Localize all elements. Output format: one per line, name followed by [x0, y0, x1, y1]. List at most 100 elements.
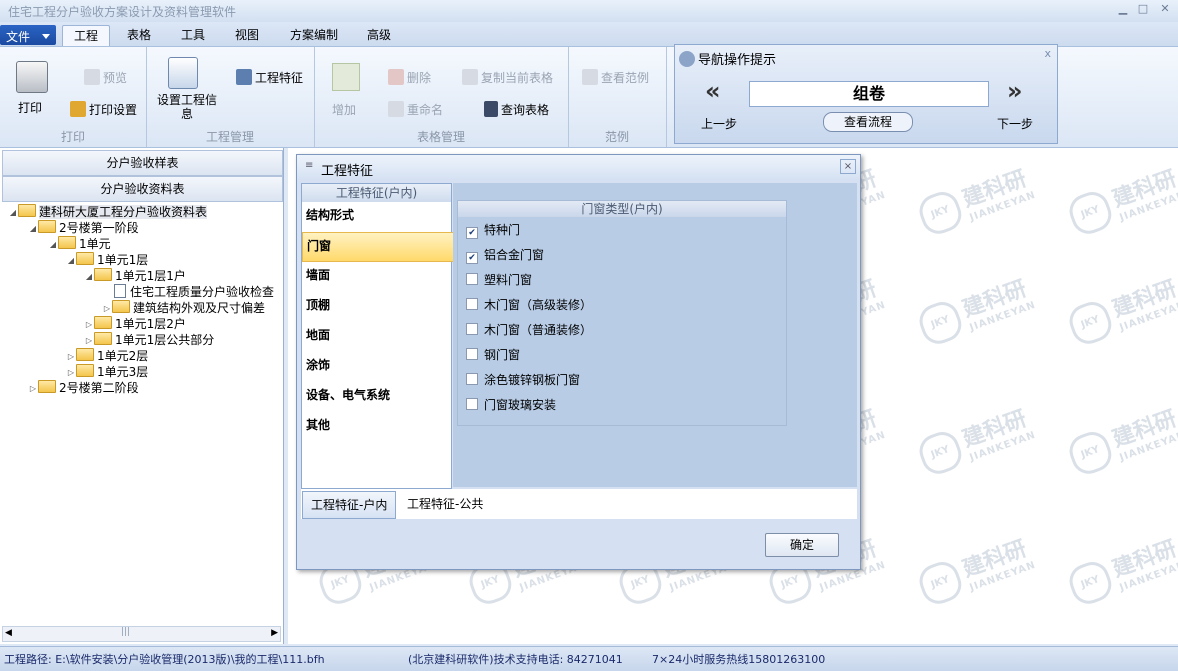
- tab-plan[interactable]: 方案编制: [282, 25, 346, 45]
- next-step-button[interactable]: 下一步: [997, 115, 1033, 132]
- tab-tables[interactable]: 表格: [116, 25, 162, 45]
- expand-icon[interactable]: ▷: [66, 365, 76, 381]
- copy-table-button[interactable]: 复制当前表格: [462, 69, 553, 86]
- option-checkbox[interactable]: 塑料门窗: [466, 271, 532, 289]
- checkbox-icon[interactable]: [466, 298, 478, 310]
- expand-icon[interactable]: ▷: [102, 301, 112, 317]
- tree-node[interactable]: ▷ 1单元1层2户: [84, 316, 186, 332]
- tree-node-label: 1单元1层2户: [115, 317, 186, 331]
- tree-node-label: 2号楼第二阶段: [59, 381, 139, 395]
- checkbox-checked-icon[interactable]: ✔: [466, 252, 478, 264]
- ok-button[interactable]: 确定: [765, 533, 839, 557]
- scroll-right-icon[interactable]: ▶: [271, 628, 278, 638]
- tree-node[interactable]: ▷ 1单元3层: [66, 364, 148, 380]
- tree-node[interactable]: ◢ 1单元1层1户: [84, 268, 186, 284]
- option-checkbox[interactable]: 木门窗（普通装修）: [466, 321, 592, 339]
- expand-icon[interactable]: ▷: [84, 333, 94, 349]
- next-arrow-icon[interactable]: »: [1007, 77, 1023, 105]
- sample-tables-button[interactable]: 分户验收样表: [2, 150, 283, 176]
- scroll-left-icon[interactable]: ◀: [5, 628, 12, 638]
- dialog-title-bar: ≡ 工程特征 ×: [297, 155, 860, 179]
- delete-button[interactable]: 删除: [388, 69, 431, 86]
- checkbox-icon[interactable]: [466, 273, 478, 285]
- expand-icon[interactable]: ▷: [84, 317, 94, 333]
- horizontal-scrollbar[interactable]: ◀ ||| ▶: [2, 626, 281, 642]
- expand-icon[interactable]: ◢: [66, 253, 76, 269]
- option-checkbox[interactable]: ✔ 特种门: [466, 221, 520, 239]
- dialog-menu-icon[interactable]: ≡: [305, 160, 313, 171]
- tab-project[interactable]: 工程: [62, 25, 110, 46]
- rename-icon: [388, 101, 404, 117]
- print-button[interactable]: 打印: [18, 99, 42, 116]
- data-tables-button[interactable]: 分户验收资料表: [2, 176, 283, 202]
- watermark-badge: JKY: [914, 556, 966, 609]
- category-item-selected[interactable]: 门窗: [302, 232, 455, 262]
- expand-icon[interactable]: ◢: [8, 205, 18, 221]
- add-button[interactable]: 增加: [332, 101, 356, 118]
- project-features-button[interactable]: 工程特征: [236, 69, 303, 86]
- folder-icon: [76, 348, 94, 361]
- tree-node[interactable]: ▷ 1单元1层公共部分: [84, 332, 214, 348]
- option-checkbox[interactable]: 木门窗（高级装修）: [466, 296, 592, 314]
- tab-advanced[interactable]: 高级: [356, 25, 402, 45]
- expand-icon[interactable]: ◢: [28, 221, 38, 237]
- status-bar: 工程路径: E:\软件安装\分户验收管理(2013版)\我的工程\111.bfh…: [0, 646, 1178, 671]
- category-item[interactable]: 顶棚: [302, 292, 453, 320]
- set-project-info-button[interactable]: 设置工程信息: [154, 93, 220, 121]
- view-flow-button[interactable]: 查看流程: [823, 112, 913, 132]
- watermark: JKY建科研JIANKEYAN: [914, 270, 1037, 350]
- view-sample-button[interactable]: 查看范例: [582, 69, 649, 86]
- window-door-type-group: 门窗类型(户内) ✔ 特种门 ✔ 铝合金门窗 塑料门窗 木门窗（高级装修） 木门窗（…: [457, 200, 787, 426]
- file-menu-button[interactable]: 文件: [0, 25, 56, 45]
- minimize-icon[interactable]: ▁: [1116, 3, 1130, 15]
- tree-node-label: 1单元: [79, 237, 111, 251]
- category-item[interactable]: 涂饰: [302, 352, 453, 380]
- checkbox-icon[interactable]: [466, 398, 478, 410]
- expand-icon[interactable]: ▷: [66, 349, 76, 365]
- tree-node[interactable]: ◢ 建科研大厦工程分户验收资料表: [8, 204, 208, 221]
- expand-icon[interactable]: ▷: [28, 381, 38, 397]
- tree-node[interactable]: 住宅工程质量分户验收检查: [114, 284, 274, 300]
- tab-view[interactable]: 视图: [224, 25, 270, 45]
- option-checkbox[interactable]: 钢门窗: [466, 346, 520, 364]
- category-item[interactable]: 结构形式: [302, 202, 453, 230]
- checkbox-icon[interactable]: [466, 348, 478, 360]
- expand-icon[interactable]: ◢: [48, 237, 58, 253]
- tab-tools[interactable]: 工具: [170, 25, 216, 45]
- checkbox-checked-icon[interactable]: ✔: [466, 227, 478, 239]
- print-setup-button[interactable]: 打印设置: [70, 101, 137, 118]
- rename-button[interactable]: 重命名: [388, 101, 443, 118]
- nav-hint-close-icon[interactable]: x: [1044, 47, 1051, 60]
- prev-arrow-icon[interactable]: «: [705, 77, 721, 105]
- tab-public[interactable]: 工程特征-公共: [399, 491, 491, 517]
- dialog-close-icon[interactable]: ×: [840, 159, 856, 174]
- tab-indoor[interactable]: 工程特征-户内: [302, 491, 397, 519]
- tree-node-label: 1单元2层: [97, 349, 149, 363]
- option-checkbox[interactable]: 门窗玻璃安装: [466, 396, 556, 414]
- option-checkbox[interactable]: ✔ 铝合金门窗: [466, 246, 544, 264]
- tree-node[interactable]: ◢ 1单元1层: [66, 252, 148, 268]
- category-item[interactable]: 墙面: [302, 262, 453, 290]
- prev-step-button[interactable]: 上一步: [701, 115, 737, 132]
- tree-node[interactable]: ▷ 2号楼第二阶段: [28, 380, 139, 396]
- scroll-thumb[interactable]: |||: [121, 627, 130, 637]
- close-icon[interactable]: ✕: [1158, 3, 1172, 15]
- checkbox-icon[interactable]: [466, 373, 478, 385]
- checkbox-icon[interactable]: [466, 323, 478, 335]
- tree-node[interactable]: ▷ 建筑结构外观及尺寸偏差: [102, 300, 265, 316]
- features-icon: [236, 69, 252, 85]
- category-item[interactable]: 地面: [302, 322, 453, 350]
- query-table-button[interactable]: 查询表格: [484, 101, 549, 118]
- tree-node[interactable]: ◢ 1单元: [48, 236, 111, 252]
- tree-node[interactable]: ◢ 2号楼第一阶段: [28, 220, 139, 236]
- preview-button[interactable]: 预览: [84, 69, 127, 86]
- maximize-icon[interactable]: □: [1136, 3, 1150, 15]
- tree-node-label: 1单元1层1户: [115, 269, 186, 283]
- option-checkbox[interactable]: 涂色镀锌钢板门窗: [466, 371, 580, 389]
- category-item[interactable]: 其他: [302, 412, 453, 440]
- nav-hint-title: 导航操作提示: [679, 49, 776, 68]
- expand-icon[interactable]: ◢: [84, 269, 94, 285]
- tree-node[interactable]: ▷ 1单元2层: [66, 348, 148, 364]
- folder-icon: [18, 204, 36, 217]
- category-item[interactable]: 设备、电气系统: [302, 382, 453, 410]
